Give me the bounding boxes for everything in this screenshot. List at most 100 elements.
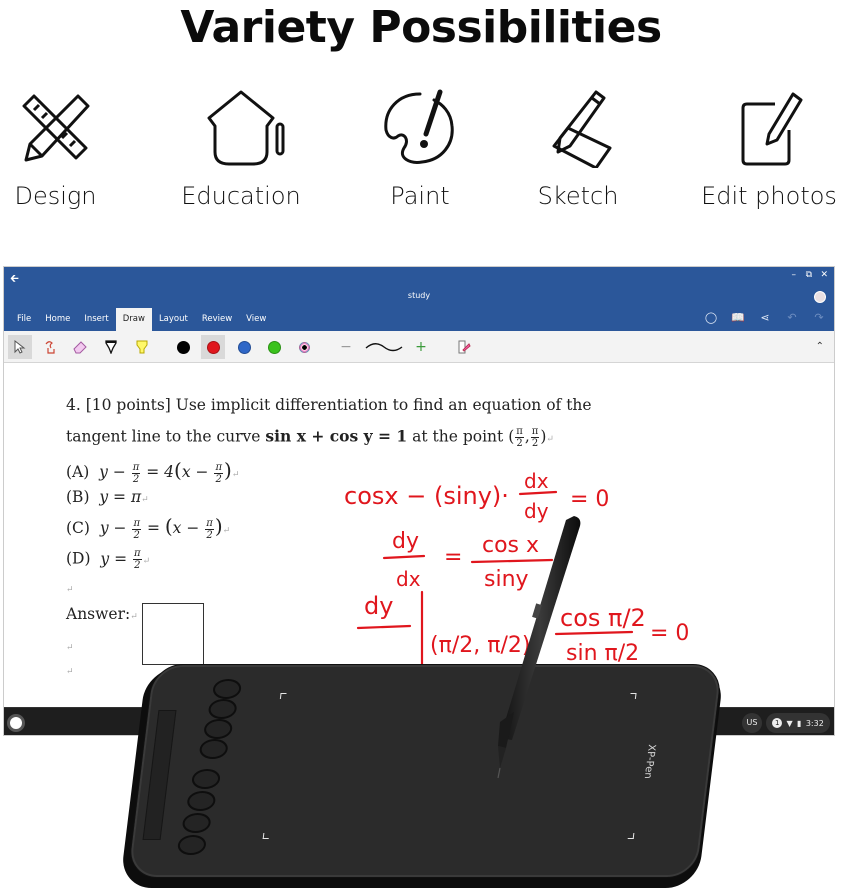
share-icon[interactable]: ⋖: [758, 311, 772, 324]
answer-label: Answer:↵: [66, 605, 138, 623]
tab-view[interactable]: View: [239, 308, 273, 331]
express-key-4[interactable]: [198, 739, 229, 759]
feature-edit-photos: Edit photos: [696, 88, 842, 210]
pen-color-red[interactable]: [201, 335, 225, 359]
feature-label: Education: [181, 182, 301, 210]
multicolor-icon: [298, 341, 310, 353]
collapse-ribbon-icon[interactable]: ⌃: [816, 341, 824, 352]
touch-draw-icon: [45, 341, 55, 354]
clock: 3:32: [805, 718, 824, 728]
active-area-corner: [262, 833, 270, 839]
feature-label: Design: [14, 182, 97, 210]
battery-icon: ▮: [797, 718, 802, 728]
tab-insert[interactable]: Insert: [77, 308, 115, 331]
empty-paragraph: ↵: [66, 585, 74, 595]
pen-barrel: [500, 516, 581, 740]
pen-button[interactable]: [99, 335, 123, 359]
minimize-icon[interactable]: –: [792, 270, 797, 280]
tablet-grip: [142, 710, 177, 840]
express-key-8[interactable]: [176, 835, 208, 855]
hero-title: Variety Possibilities: [180, 2, 662, 53]
ink-equals: =: [444, 545, 462, 570]
ruler-pencil-icon: [22, 94, 89, 162]
avatar[interactable]: [814, 291, 826, 303]
palette-brush-icon: [384, 89, 454, 164]
stylus-pen[interactable]: [470, 512, 590, 782]
ink-dx-2: dx: [396, 567, 421, 591]
ink-eq-zero-2: = 0: [650, 621, 689, 646]
empty-paragraph: ↵: [66, 643, 74, 653]
redo-icon[interactable]: ↷: [812, 311, 826, 324]
option-c: (C) y − π2 = (x − π 2)↵: [66, 514, 231, 541]
close-icon[interactable]: ✕: [820, 270, 828, 280]
graduation-cap-icon: [207, 90, 285, 166]
empty-paragraph: ↵: [66, 667, 74, 677]
highlighter-button[interactable]: [130, 335, 154, 359]
active-area-corner: [627, 833, 635, 839]
feature-sketch: Sketch: [533, 88, 623, 210]
stroke-wave-icon: [365, 343, 403, 352]
ribbon-actions: ◯ 📖 ⋖ ↶ ↷: [704, 311, 826, 324]
eraser-icon: [73, 341, 87, 354]
status-tray[interactable]: 1 ▼ ▮ 3:32: [766, 713, 830, 733]
feature-label: Edit photos: [701, 182, 837, 210]
pen-color-blue[interactable]: [232, 335, 256, 359]
color-swatch: [176, 340, 190, 354]
color-swatch: [237, 340, 251, 354]
ink-dy-3: dy: [364, 592, 393, 620]
color-swatch: [206, 340, 220, 354]
draw-toolbar: − + ⌃: [4, 331, 834, 363]
feature-design: Design: [8, 88, 103, 210]
feature-label: Paint: [390, 182, 450, 210]
tab-file[interactable]: File: [10, 308, 38, 331]
brand-logo: XP-Pen: [641, 744, 657, 779]
pen-color-multicolor[interactable]: [292, 335, 316, 359]
express-key-2[interactable]: [207, 699, 238, 719]
pencil-paper-icon: [552, 90, 612, 168]
read-mode-icon[interactable]: 📖: [731, 311, 745, 324]
express-key-1[interactable]: [211, 679, 243, 699]
tab-draw[interactable]: Draw: [115, 308, 152, 331]
color-swatch: [267, 340, 281, 354]
express-key-5[interactable]: [190, 769, 222, 789]
ink-editor-icon: [458, 340, 471, 354]
pen-color-black[interactable]: [171, 335, 195, 359]
option-d: (D) y = π 2 ↵: [66, 548, 151, 571]
feature-education: Education: [176, 88, 306, 210]
back-arrow-icon[interactable]: 🡰: [10, 270, 19, 289]
edit-square-icon: [741, 92, 803, 166]
drawing-tablet: XP-Pen: [126, 664, 724, 878]
undo-icon[interactable]: ↶: [785, 311, 799, 324]
express-key-7[interactable]: [181, 813, 212, 833]
ink-eq-zero-1: = 0: [570, 487, 609, 512]
option-b: (B) y = π↵: [66, 488, 149, 506]
tab-review[interactable]: Review: [195, 308, 239, 331]
thickness-plus-button[interactable]: +: [409, 335, 433, 359]
keyboard-layout[interactable]: US: [742, 713, 762, 733]
document-page[interactable]: 4. [10 points] Use implicit differentiat…: [4, 364, 834, 704]
ribbon-tabs: File Home Insert Draw Layout Review View: [10, 308, 273, 331]
select-tool-button[interactable]: [8, 335, 32, 359]
express-key-6[interactable]: [186, 791, 217, 811]
ink-dx: dx: [524, 469, 549, 493]
ink-editor-button[interactable]: [452, 335, 476, 359]
feature-label: Sketch: [537, 182, 619, 210]
restore-icon[interactable]: ⧉: [806, 270, 812, 280]
select-icon: [14, 340, 26, 354]
eraser-button[interactable]: [68, 335, 92, 359]
launcher-icon[interactable]: [10, 717, 22, 729]
pen-color-green[interactable]: [262, 335, 286, 359]
express-key-3[interactable]: [202, 719, 234, 739]
touch-draw-button[interactable]: [38, 335, 62, 359]
tab-home[interactable]: Home: [38, 308, 77, 331]
pen-icon: [105, 340, 117, 354]
pen-nib: [498, 746, 506, 768]
option-a: (A) y − π2 = 4(x − π 2)↵: [66, 458, 240, 485]
answer-box[interactable]: [142, 603, 204, 665]
highlighter-icon: [136, 340, 148, 354]
notification-badge: 1: [772, 718, 783, 728]
tab-layout[interactable]: Layout: [152, 308, 195, 331]
thickness-minus-button[interactable]: −: [334, 335, 358, 359]
thickness-preview[interactable]: [364, 335, 404, 359]
tell-me-icon[interactable]: ◯: [704, 311, 718, 324]
